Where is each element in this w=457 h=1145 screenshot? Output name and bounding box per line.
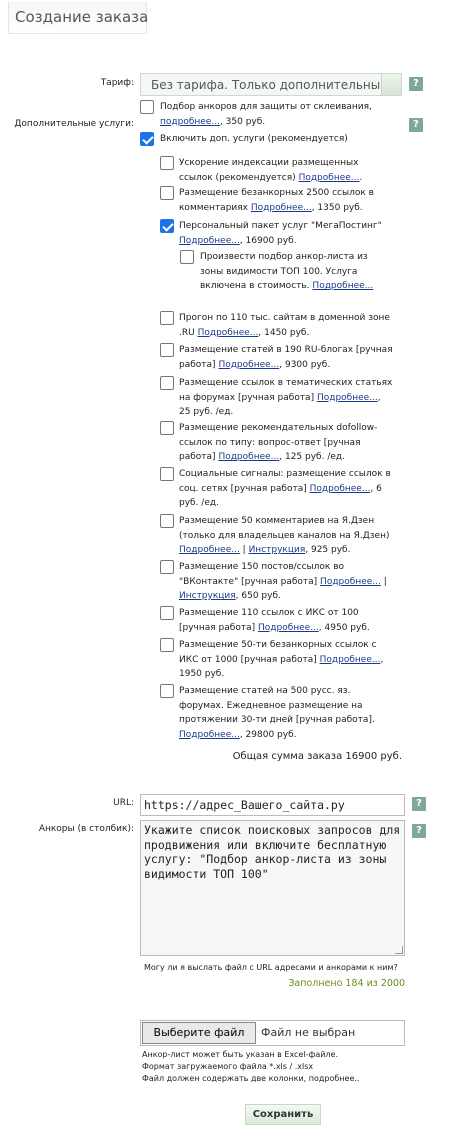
service-details-link[interactable]: Подробнее... — [179, 730, 240, 740]
choose-file-button[interactable]: Выберите файл — [142, 1022, 256, 1044]
order-total: Общая сумма заказа 16900 руб. — [232, 751, 402, 762]
help-icon[interactable]: ? — [412, 824, 426, 838]
file-note: Формат загружаемого файла *.xls / .xlsx — [142, 1062, 314, 1071]
service-option: Размещение статей на 500 русс. яз. форум… — [179, 686, 375, 740]
service-checkbox[interactable] — [160, 606, 174, 620]
service-details-link[interactable]: Подробнее... — [218, 360, 279, 370]
service-details-link[interactable]: Подробнее... — [317, 393, 378, 403]
service-instruction-link[interactable]: Инструкция — [249, 545, 306, 555]
service-details-link[interactable]: Подробнее... — [320, 577, 381, 587]
file-question-text[interactable]: Могу ли я выслать файл с URL адресами и … — [144, 963, 406, 972]
service-option: Ускорение индексации размещенных ссылок … — [179, 158, 363, 183]
service-checkbox[interactable] — [160, 219, 174, 233]
file-note: Анкор-лист может быть указан в Excel-фай… — [142, 1050, 338, 1059]
service-details-link[interactable]: Подробнее... — [218, 452, 279, 462]
dropdown-arrow-icon[interactable] — [381, 74, 401, 95]
service-details-link[interactable]: Подробнее... — [299, 173, 360, 183]
tariff-label: Тариф: — [100, 78, 134, 88]
resize-handle[interactable] — [395, 946, 403, 954]
service-option: Размещение 50 комментариев на Я.Дзен (то… — [179, 516, 390, 555]
help-icon[interactable]: ? — [409, 77, 423, 91]
service-option: Размещение 50-ти безанкорных ссылок с ИК… — [179, 640, 384, 679]
service-details-link[interactable]: Подробнее... — [320, 655, 381, 665]
service-option: Прогон по 110 тыс. сайтам в доменной зон… — [179, 313, 390, 338]
service-checkbox[interactable] — [160, 638, 174, 652]
service-details-link[interactable]: Подробнее... — [251, 203, 312, 213]
anchor-protection-link[interactable]: подробнее... — [160, 117, 220, 127]
service-details-link[interactable]: Подробнее... — [258, 623, 319, 633]
help-icon[interactable]: ? — [409, 118, 423, 132]
service-checkbox[interactable] — [160, 560, 174, 574]
service-option: Социальные сигналы: размещение ссылок в … — [179, 469, 391, 508]
enable-extra-checkbox[interactable] — [140, 132, 154, 146]
anchor-list-selection-link[interactable]: Подробнее... — [312, 281, 373, 291]
service-checkbox[interactable] — [160, 684, 174, 698]
anchor-list-selection-checkbox[interactable] — [180, 250, 194, 264]
service-details-link[interactable]: Подробнее... — [198, 328, 259, 338]
service-instruction-link[interactable]: Инструкция — [179, 591, 236, 601]
service-option: Размещение ссылок в тематических статьях… — [179, 378, 393, 417]
file-note: Файл должен содержать две колонки, подро… — [142, 1074, 360, 1083]
service-checkbox[interactable] — [160, 421, 174, 435]
service-details-link[interactable]: Подробнее... — [179, 545, 240, 555]
service-checkbox[interactable] — [160, 186, 174, 200]
save-button[interactable]: Сохранить — [245, 1104, 321, 1125]
service-checkbox[interactable] — [160, 467, 174, 481]
enable-extra-label: Включить доп. услуги (рекомендуется) — [160, 134, 348, 144]
url-label: URL: — [113, 798, 134, 808]
service-option: Размещение 150 постов/ссылок во "ВКонтак… — [179, 562, 387, 601]
anchors-label: Анкоры (в столбик): — [38, 824, 134, 834]
help-icon[interactable]: ? — [412, 797, 426, 811]
service-option: Размещение 110 ссылок с ИКС от 100 [ручн… — [179, 608, 370, 633]
service-details-link[interactable]: Подробнее... — [310, 484, 371, 494]
service-option: Размещение статей в 190 RU-блогах [ручна… — [179, 345, 393, 370]
file-status: Файл не выбран — [261, 1026, 356, 1039]
service-checkbox[interactable] — [160, 376, 174, 390]
service-checkbox[interactable] — [160, 311, 174, 325]
url-input[interactable]: https://адрес_Вашего_сайта.ру — [140, 794, 405, 816]
extra-services-label: Дополнительные услуги: — [14, 119, 134, 129]
filled-counter: Заполнено 184 из 2000 — [288, 978, 405, 989]
anchors-textarea[interactable]: Укажите список поисковых запросов для пр… — [140, 820, 405, 956]
service-details-link[interactable]: Подробнее... — [179, 236, 240, 246]
service-checkbox[interactable] — [160, 343, 174, 357]
service-checkbox[interactable] — [160, 156, 174, 170]
tariff-select[interactable]: Без тарифа. Только дополнительные услуги — [140, 73, 402, 96]
service-checkbox[interactable] — [160, 514, 174, 528]
anchor-protection-checkbox[interactable] — [140, 100, 154, 114]
service-option: Размещение рекомендательных dofollow-ссы… — [179, 423, 378, 462]
page-title: Создание заказа — [15, 8, 149, 26]
anchor-protection-option: Подбор анкоров для защиты от склеивания,… — [160, 102, 372, 127]
service-option: Размещение безанкорных 2500 ссылок в ком… — [179, 188, 374, 213]
anchor-list-selection-option: Произвести подбор анкор-листа из зоны ви… — [200, 252, 374, 291]
tariff-value: Без тарифа. Только дополнительные услуги — [151, 78, 401, 92]
service-option: Персональный пакет услуг "МегаПостинг" П… — [179, 221, 382, 246]
